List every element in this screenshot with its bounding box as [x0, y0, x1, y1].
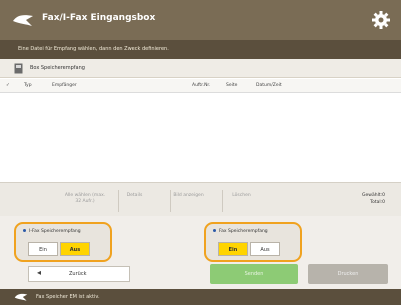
ifax-aus-toggle[interactable]: Aus [60, 242, 90, 256]
box-label: Box Speicherempfang [30, 65, 85, 71]
column-datum[interactable]: Datum/Zeit [256, 83, 282, 88]
select-all-button[interactable]: Alle wählen (max. 32 Aufr.) [62, 190, 108, 212]
column-empfaenger[interactable]: Empfänger [52, 83, 77, 88]
status-bar: Fax Speicher EM ist aktiv. [0, 289, 401, 305]
page-title: Fax/I-Fax Eingangsbox [42, 13, 156, 23]
ifax-group-title: I-Fax Speicherempfang [29, 229, 81, 234]
file-list [0, 94, 401, 182]
delete-button[interactable]: Löschen [222, 190, 260, 212]
fax-group-title: Fax Speicherempfang [219, 229, 268, 234]
box-header: Box Speicherempfang [0, 59, 401, 78]
back-arrow-icon: ◂ [37, 268, 42, 277]
send-button[interactable]: Senden [210, 264, 298, 284]
back-button[interactable]: ◂ Zurück [28, 266, 130, 282]
settings-panel: I-Fax Speicherempfang Ein Aus Fax Speich… [0, 216, 401, 289]
fax-bird-icon [14, 293, 28, 301]
total-count: Total:0 [370, 200, 385, 205]
bullet-icon [213, 229, 216, 232]
ifax-ein-toggle[interactable]: Ein [28, 242, 58, 256]
show-image-button[interactable]: Bild anzeigen [170, 190, 206, 212]
column-typ[interactable]: Typ [24, 83, 32, 88]
fax-aus-toggle[interactable]: Aus [250, 242, 280, 256]
gear-icon[interactable] [371, 10, 391, 30]
column-header: ✓ Typ Empfänger Auftr.Nr. Seite Datum/Ze… [0, 79, 401, 93]
fax-bird-icon [13, 15, 33, 26]
ifax-memory-receive-group: I-Fax Speicherempfang Ein Aus [14, 222, 112, 262]
selection-counter: Gewählt:0 Total:0 [362, 192, 385, 206]
title-bar: Fax/I-Fax Eingangsbox [0, 0, 401, 40]
fax-ein-toggle[interactable]: Ein [218, 242, 248, 256]
inbox-icon [14, 63, 23, 74]
instruction-text: Eine Datei für Empfang wählen, dann den … [0, 40, 401, 59]
column-auftr[interactable]: Auftr.Nr. [192, 83, 210, 88]
selected-count: Gewählt:0 [362, 193, 385, 198]
column-seite[interactable]: Seite [226, 83, 237, 88]
action-toolbar: Alle wählen (max. 32 Aufr.) Details Bild… [0, 182, 401, 216]
fax-memory-receive-group: Fax Speicherempfang Ein Aus [204, 222, 302, 262]
status-text: Fax Speicher EM ist aktiv. [36, 294, 100, 300]
details-button[interactable]: Details [118, 190, 150, 212]
bullet-icon [23, 229, 26, 232]
print-button[interactable]: Drucken [308, 264, 388, 284]
checkmark-icon[interactable]: ✓ [6, 83, 10, 88]
back-label: Zurück [69, 271, 87, 277]
